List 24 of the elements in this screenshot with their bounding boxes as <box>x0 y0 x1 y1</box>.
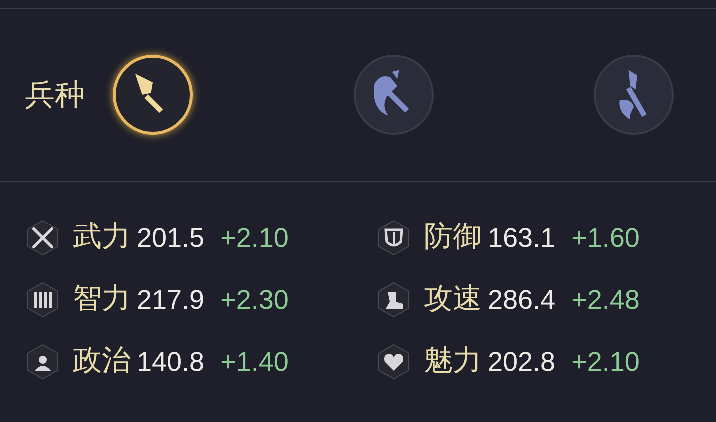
stat-bonus: +2.30 <box>220 284 289 317</box>
stat-bonus: +2.10 <box>220 222 289 255</box>
shield-icon <box>376 220 412 256</box>
stat-label: 智力 <box>73 282 131 318</box>
stat-label: 武力 <box>73 220 131 256</box>
stat-label: 政治 <box>73 344 131 380</box>
troop-type-label: 兵种 <box>25 78 86 114</box>
stat-value: 217.9 <box>137 284 205 317</box>
stat-bonus: +2.10 <box>572 346 640 379</box>
heart-icon <box>376 344 412 380</box>
stat-value: 286.4 <box>488 284 556 317</box>
person-icon <box>25 344 61 380</box>
stat-value: 202.8 <box>488 346 556 379</box>
boot-icon <box>376 282 412 318</box>
stat-value: 201.5 <box>137 222 205 255</box>
stat-value: 163.1 <box>488 222 556 255</box>
stat-label: 防御 <box>424 220 482 256</box>
stat-label: 攻速 <box>424 282 482 318</box>
stat-label: 魅力 <box>424 344 482 380</box>
stat-bonus: +1.60 <box>572 222 640 255</box>
troop-type-option[interactable] <box>113 55 193 135</box>
stat-value: 140.8 <box>137 346 205 379</box>
stat-bonus: +2.48 <box>572 284 640 317</box>
stat-bonus: +1.40 <box>220 346 289 379</box>
